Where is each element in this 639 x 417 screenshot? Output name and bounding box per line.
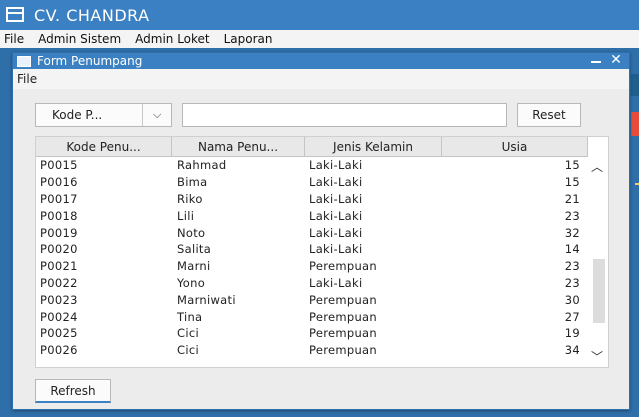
cell-usia: 15 (564, 158, 580, 173)
cell-nama: Riko (177, 191, 203, 206)
close-icon[interactable]: ✕ (609, 52, 623, 68)
cell-jenis-kelamin: Laki-Laki (309, 208, 363, 223)
background-fragment (631, 74, 639, 96)
table-row[interactable]: P0018 Lili Laki-Laki 23 (36, 207, 588, 224)
form-penumpang-window: Form Penumpang ✕ File Kode P... ⌵ Reset … (12, 52, 630, 410)
cell-jenis-kelamin: Laki-Laki (309, 158, 363, 173)
cell-usia: 23 (564, 275, 580, 290)
cell-jenis-kelamin: Perempuan (309, 292, 377, 307)
cell-kode: P0025 (40, 326, 78, 341)
chevron-up-icon[interactable]: ︿ (591, 158, 603, 175)
menu-admin-loket[interactable]: Admin Loket (135, 32, 209, 46)
cell-nama: Lili (177, 208, 195, 223)
cell-jenis-kelamin: Perempuan (309, 259, 377, 274)
search-input[interactable] (182, 103, 507, 127)
cell-kode: P0018 (40, 208, 78, 223)
chevron-down-icon[interactable]: ﹀ (591, 348, 603, 365)
cell-jenis-kelamin: Laki-Laki (309, 225, 363, 240)
form-content: Kode P... ⌵ Reset Kode Penu... Nama Penu… (13, 89, 629, 409)
column-header-usia[interactable]: Usia (442, 137, 588, 157)
cell-usia: 30 (564, 292, 580, 307)
cell-kode: P0015 (40, 158, 78, 173)
cell-nama: Salita (177, 242, 212, 257)
main-menubar: File Admin Sistem Admin Loket Laporan (0, 30, 639, 48)
menu-file[interactable]: File (4, 32, 24, 46)
cell-nama: Noto (177, 225, 206, 240)
cell-kode: P0021 (40, 259, 78, 274)
table-row[interactable]: P0020 Salita Laki-Laki 14 (36, 241, 588, 258)
main-window-title: CV. CHANDRA (34, 5, 150, 25)
app-box-icon (6, 7, 26, 23)
cell-usia: 23 (564, 208, 580, 223)
cell-nama: Bima (177, 175, 208, 190)
frame-titlebar[interactable]: Form Penumpang ✕ (13, 52, 629, 69)
table-row[interactable]: P0016 Bima Laki-Laki 15 (36, 174, 588, 191)
chevron-down-icon[interactable]: ⌵ (143, 108, 171, 122)
cell-jenis-kelamin: Perempuan (309, 309, 377, 324)
cell-nama: Yono (177, 275, 206, 290)
background-fragment (635, 183, 639, 185)
cell-kode: P0026 (40, 343, 78, 358)
cell-usia: 34 (564, 343, 580, 358)
cell-jenis-kelamin: Laki-Laki (309, 191, 363, 206)
cell-usia: 23 (564, 259, 580, 274)
cell-usia: 32 (564, 225, 580, 240)
frame-menu-file[interactable]: File (17, 72, 37, 86)
cell-nama: Cici (177, 343, 199, 358)
cell-nama: Tina (177, 309, 203, 324)
menu-admin-sistem[interactable]: Admin Sistem (38, 32, 121, 46)
table-body: P0015 Rahmad Laki-Laki 15 P0016 Bima Laki-Lak… (36, 157, 588, 359)
table-scrollbar[interactable]: ︿ ﹀ (588, 157, 608, 367)
cell-kode: P0023 (40, 292, 78, 307)
column-header-nama[interactable]: Nama Penu... (172, 137, 305, 157)
cell-usia: 14 (564, 242, 580, 257)
cell-nama: Cici (177, 326, 199, 341)
menu-laporan[interactable]: Laporan (224, 32, 273, 46)
cell-kode: P0017 (40, 191, 78, 206)
cell-kode: P0019 (40, 225, 78, 240)
cell-kode: P0016 (40, 175, 78, 190)
cell-kode: P0024 (40, 309, 78, 324)
cell-usia: 21 (564, 191, 580, 206)
filter-field-value: Kode P... (36, 104, 144, 126)
cell-nama: Marni (177, 259, 211, 274)
cell-usia: 15 (564, 175, 580, 190)
penumpang-table: Kode Penu... Nama Penu... Jenis Kelamin … (35, 136, 609, 368)
cell-nama: Marniwati (177, 292, 236, 307)
reset-button[interactable]: Reset (517, 103, 581, 127)
background-fragment (631, 112, 639, 136)
filter-field-select[interactable]: Kode P... ⌵ (35, 103, 172, 127)
table-row[interactable]: P0025 Cici Perempuan 19 (36, 325, 588, 342)
main-window-titlebar: CV. CHANDRA (0, 0, 639, 30)
table-row[interactable]: P0015 Rahmad Laki-Laki 15 (36, 157, 588, 174)
column-header-kode[interactable]: Kode Penu... (36, 137, 172, 157)
cell-jenis-kelamin: Perempuan (309, 326, 377, 341)
table-row[interactable]: P0024 Tina Perempuan 27 (36, 308, 588, 325)
cell-nama: Rahmad (177, 158, 227, 173)
table-row[interactable]: P0019 Noto Laki-Laki 32 (36, 224, 588, 241)
table-row[interactable]: P0021 Marni Perempuan 23 (36, 258, 588, 275)
cell-jenis-kelamin: Laki-Laki (309, 242, 363, 257)
scrollbar-thumb[interactable] (593, 259, 605, 323)
cell-jenis-kelamin: Perempuan (309, 343, 377, 358)
cell-kode: P0020 (40, 242, 78, 257)
cell-jenis-kelamin: Laki-Laki (309, 175, 363, 190)
cell-jenis-kelamin: Laki-Laki (309, 275, 363, 290)
refresh-button[interactable]: Refresh (35, 379, 111, 403)
window-icon (17, 55, 31, 67)
minimize-icon[interactable] (589, 53, 603, 69)
table-row[interactable]: P0023 Marniwati Perempuan 30 (36, 291, 588, 308)
table-row[interactable]: P0026 Cici Perempuan 34 (36, 342, 588, 359)
filter-row: Kode P... ⌵ Reset (35, 103, 581, 127)
cell-kode: P0022 (40, 275, 78, 290)
cell-usia: 27 (564, 309, 580, 324)
table-header: Kode Penu... Nama Penu... Jenis Kelamin … (36, 137, 588, 157)
frame-title: Form Penumpang (37, 54, 143, 68)
cell-usia: 19 (564, 326, 580, 341)
table-row[interactable]: P0017 Riko Laki-Laki 21 (36, 191, 588, 208)
frame-menubar: File (13, 69, 629, 89)
table-row[interactable]: P0022 Yono Laki-Laki 23 (36, 275, 588, 292)
column-header-jenis-kelamin[interactable]: Jenis Kelamin (305, 137, 442, 157)
